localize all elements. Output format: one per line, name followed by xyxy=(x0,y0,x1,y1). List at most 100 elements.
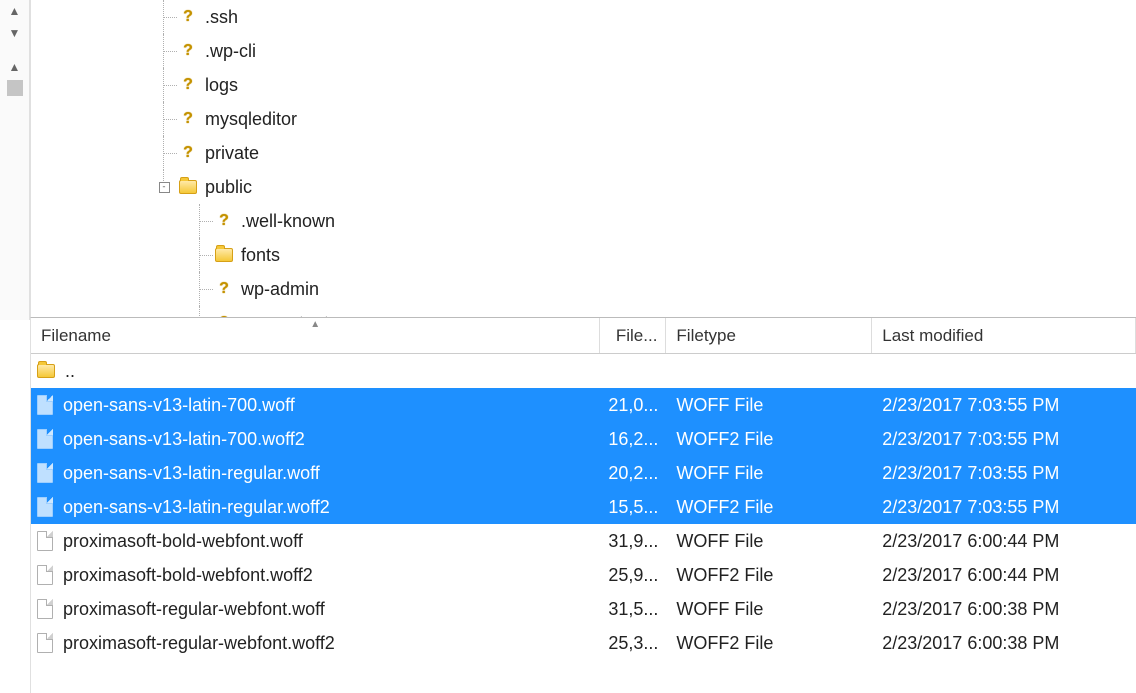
tree-item[interactable]: ? private xyxy=(31,136,1136,170)
scroll-thumb[interactable] xyxy=(7,80,23,96)
file-type: WOFF2 File xyxy=(666,633,872,654)
file-size: 20,2... xyxy=(600,463,666,484)
tree-item-label: private xyxy=(205,143,259,164)
file-modified: 2/23/2017 7:03:55 PM xyxy=(872,429,1136,450)
file-size: 16,2... xyxy=(600,429,666,450)
folder-icon xyxy=(177,176,199,198)
tree-item[interactable]: ? .ssh xyxy=(31,0,1136,34)
file-type: WOFF2 File xyxy=(666,429,872,450)
tree-item-label: mysqleditor xyxy=(205,109,297,130)
tree-item[interactable]: - public xyxy=(31,170,1136,204)
tree-item-label: wp-admin xyxy=(241,279,319,300)
col-header-label: Filetype xyxy=(676,326,736,346)
file-row[interactable]: open-sans-v13-latin-700.woff21,0...WOFF … xyxy=(31,388,1136,422)
column-headers: Filename ▲ File... Filetype Last modifie… xyxy=(31,318,1136,354)
col-header-label: Filename xyxy=(41,326,111,346)
question-icon: ? xyxy=(177,142,199,164)
file-rows: ..open-sans-v13-latin-700.woff21,0...WOF… xyxy=(31,354,1136,660)
file-row[interactable]: proximasoft-bold-webfont.woff2 25,9...WOF… xyxy=(31,558,1136,592)
file-icon xyxy=(37,565,53,585)
col-header-filetype[interactable]: Filetype xyxy=(666,318,872,353)
tree-connector xyxy=(187,238,213,272)
question-icon: ? xyxy=(177,108,199,130)
file-list-panel: Filename ▲ File... Filetype Last modifie… xyxy=(30,318,1136,693)
file-row[interactable]: proximasoft-bold-webfont.woff 31,9...WOFF… xyxy=(31,524,1136,558)
file-name: open-sans-v13-latin-regular.woff xyxy=(63,463,320,484)
file-size: 25,9... xyxy=(600,565,666,586)
sort-asc-icon: ▲ xyxy=(310,319,320,330)
file-type: WOFF File xyxy=(666,599,872,620)
file-icon xyxy=(37,463,53,483)
tree-item[interactable]: ? mysqleditor xyxy=(31,102,1136,136)
question-icon: ? xyxy=(213,210,235,232)
file-name: proximasoft-bold-webfont.woff2 xyxy=(63,565,313,586)
tree-item[interactable]: ? logs xyxy=(31,68,1136,102)
file-icon xyxy=(37,599,53,619)
file-row[interactable]: proximasoft-regular-webfont.woff31,5...W… xyxy=(31,592,1136,626)
tree-item-label: logs xyxy=(205,75,238,96)
file-icon xyxy=(37,395,53,415)
file-size: 21,0... xyxy=(600,395,666,416)
file-name: proximasoft-bold-webfont.woff xyxy=(63,531,303,552)
question-icon: ? xyxy=(177,6,199,28)
file-size: 31,9... xyxy=(600,531,666,552)
file-name: open-sans-v13-latin-700.woff xyxy=(63,395,295,416)
tree-item[interactable]: ?.wp-cli xyxy=(31,34,1136,68)
tree-item[interactable]: fonts xyxy=(31,238,1136,272)
file-modified: 2/23/2017 7:03:55 PM xyxy=(872,395,1136,416)
file-modified: 2/23/2017 6:00:44 PM xyxy=(872,565,1136,586)
folder-tree[interactable]: ? .ssh ?.wp-cli? logs? mysqleditor? private - p… xyxy=(30,0,1136,318)
file-row[interactable]: open-sans-v13-latin-regular.woff2 15,5...… xyxy=(31,490,1136,524)
file-modified: 2/23/2017 6:00:44 PM xyxy=(872,531,1136,552)
file-size: 15,5... xyxy=(600,497,666,518)
tree-item[interactable]: ? wp-admin xyxy=(31,272,1136,306)
file-icon xyxy=(37,531,53,551)
folder-icon xyxy=(213,244,235,266)
file-icon xyxy=(37,429,53,449)
file-type: WOFF2 File xyxy=(666,497,872,518)
tree-connector xyxy=(151,34,177,68)
col-header-label: Last modified xyxy=(882,326,983,346)
tree-collapse-toggle[interactable]: - xyxy=(151,170,177,204)
file-name: open-sans-v13-latin-regular.woff2 xyxy=(63,497,330,518)
file-type: WOFF File xyxy=(666,463,872,484)
file-icon xyxy=(37,497,53,517)
tree-connector xyxy=(187,272,213,306)
tree-item-label: fonts xyxy=(241,245,280,266)
col-header-filename[interactable]: Filename ▲ xyxy=(31,318,600,353)
folder-icon xyxy=(37,364,55,378)
file-type: WOFF File xyxy=(666,531,872,552)
file-modified: 2/23/2017 7:03:55 PM xyxy=(872,463,1136,484)
file-row[interactable]: open-sans-v13-latin-700.woff2 16,2...WOFF… xyxy=(31,422,1136,456)
file-type: WOFF2 File xyxy=(666,565,872,586)
col-header-filesize[interactable]: File... xyxy=(600,318,666,353)
file-modified: 2/23/2017 6:00:38 PM xyxy=(872,633,1136,654)
tree-item-label: .ssh xyxy=(205,7,238,28)
tree-item[interactable]: ?.well-known xyxy=(31,204,1136,238)
file-size: 25,3... xyxy=(600,633,666,654)
tree-connector xyxy=(187,306,213,318)
file-size: 31,5... xyxy=(600,599,666,620)
file-row[interactable]: proximasoft-regular-webfont.woff2 25,3...… xyxy=(31,626,1136,660)
parent-dir-label: .. xyxy=(65,361,75,382)
scroll-up-small-icon[interactable]: ▲ xyxy=(1,56,29,78)
scroll-up-icon[interactable]: ▲ xyxy=(1,0,29,22)
tree-item-label: public xyxy=(205,177,252,198)
file-modified: 2/23/2017 7:03:55 PM xyxy=(872,497,1136,518)
scroll-down-icon[interactable]: ▼ xyxy=(1,22,29,44)
question-icon: ? xyxy=(177,74,199,96)
file-name: proximasoft-regular-webfont.woff2 xyxy=(63,633,335,654)
file-name: open-sans-v13-latin-700.woff2 xyxy=(63,429,305,450)
tree-item[interactable]: ?wp-content xyxy=(31,306,1136,318)
col-header-modified[interactable]: Last modified xyxy=(872,318,1136,353)
question-icon: ? xyxy=(177,40,199,62)
question-icon: ? xyxy=(213,278,235,300)
file-modified: 2/23/2017 6:00:38 PM xyxy=(872,599,1136,620)
tree-connector xyxy=(151,0,177,34)
left-gutter: ▲ ▼ ▲ xyxy=(0,0,30,320)
parent-dir-row[interactable]: .. xyxy=(31,354,1136,388)
tree-connector xyxy=(151,102,177,136)
tree-connector xyxy=(187,204,213,238)
file-row[interactable]: open-sans-v13-latin-regular.woff 20,2...W… xyxy=(31,456,1136,490)
tree-connector xyxy=(151,136,177,170)
